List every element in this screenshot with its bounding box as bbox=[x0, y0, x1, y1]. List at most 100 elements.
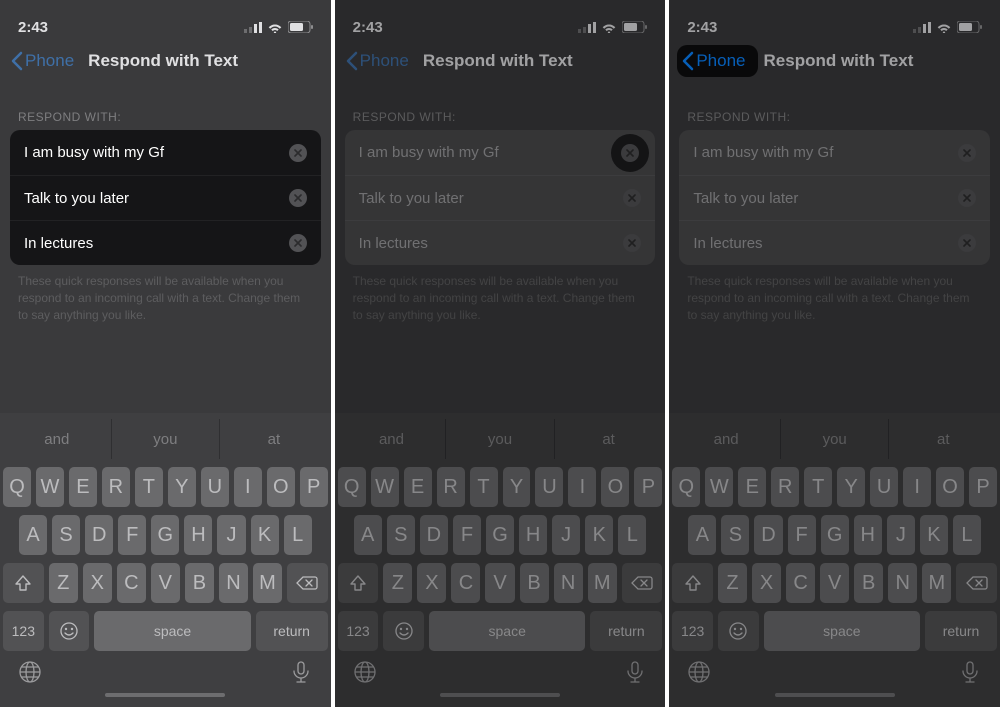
back-button-highlight[interactable]: Phone bbox=[677, 45, 757, 77]
response-row[interactable]: Talk to you later bbox=[10, 175, 321, 220]
suggestion[interactable]: and bbox=[3, 419, 112, 459]
key-z[interactable]: Z bbox=[718, 563, 747, 603]
key-i[interactable]: I bbox=[234, 467, 262, 507]
key-j[interactable]: J bbox=[552, 515, 580, 555]
back-button[interactable]: Phone bbox=[343, 47, 417, 75]
home-indicator[interactable] bbox=[775, 693, 895, 697]
clear-button[interactable] bbox=[958, 189, 976, 207]
clear-button[interactable] bbox=[958, 144, 976, 162]
response-row[interactable]: I am busy with my Gf bbox=[345, 130, 656, 175]
key-k[interactable]: K bbox=[920, 515, 948, 555]
response-row[interactable]: I am busy with my Gf bbox=[10, 130, 321, 175]
key-w[interactable]: W bbox=[371, 467, 399, 507]
key-c[interactable]: C bbox=[786, 563, 815, 603]
suggestion[interactable]: you bbox=[446, 419, 555, 459]
key-i[interactable]: I bbox=[568, 467, 596, 507]
key-l[interactable]: L bbox=[618, 515, 646, 555]
key-h[interactable]: H bbox=[184, 515, 212, 555]
key-p[interactable]: P bbox=[969, 467, 997, 507]
clear-button[interactable] bbox=[623, 234, 641, 252]
key-g[interactable]: G bbox=[486, 515, 514, 555]
suggestion[interactable]: and bbox=[338, 419, 447, 459]
home-indicator[interactable] bbox=[440, 693, 560, 697]
return-key[interactable]: return bbox=[590, 611, 662, 651]
response-row[interactable]: In lectures bbox=[679, 220, 990, 265]
key-n[interactable]: N bbox=[554, 563, 583, 603]
key-y[interactable]: Y bbox=[168, 467, 196, 507]
response-row[interactable]: In lectures bbox=[10, 220, 321, 265]
key-n[interactable]: N bbox=[888, 563, 917, 603]
key-g[interactable]: G bbox=[151, 515, 179, 555]
suggestion[interactable]: at bbox=[889, 419, 997, 459]
key-u[interactable]: U bbox=[870, 467, 898, 507]
response-row[interactable]: I am busy with my Gf bbox=[679, 130, 990, 175]
key-z[interactable]: Z bbox=[49, 563, 78, 603]
suggestion[interactable]: at bbox=[555, 419, 663, 459]
key-v[interactable]: V bbox=[820, 563, 849, 603]
key-v[interactable]: V bbox=[151, 563, 180, 603]
mic-icon[interactable] bbox=[622, 659, 648, 685]
backspace-key[interactable] bbox=[287, 563, 328, 603]
key-c[interactable]: C bbox=[117, 563, 146, 603]
key-o[interactable]: O bbox=[267, 467, 295, 507]
key-q[interactable]: Q bbox=[338, 467, 366, 507]
key-b[interactable]: B bbox=[854, 563, 883, 603]
key-r[interactable]: R bbox=[102, 467, 130, 507]
key-x[interactable]: X bbox=[83, 563, 112, 603]
emoji-key[interactable] bbox=[49, 611, 90, 651]
clear-button[interactable] bbox=[623, 189, 641, 207]
shift-key[interactable] bbox=[3, 563, 44, 603]
space-key[interactable]: space bbox=[764, 611, 920, 651]
key-c[interactable]: C bbox=[451, 563, 480, 603]
return-key[interactable]: return bbox=[256, 611, 328, 651]
key-f[interactable]: F bbox=[453, 515, 481, 555]
key-a[interactable]: A bbox=[354, 515, 382, 555]
space-key[interactable]: space bbox=[94, 611, 250, 651]
back-button[interactable]: Phone bbox=[8, 47, 82, 75]
key-s[interactable]: S bbox=[52, 515, 80, 555]
shift-key[interactable] bbox=[672, 563, 713, 603]
suggestion[interactable]: and bbox=[672, 419, 781, 459]
key-x[interactable]: X bbox=[752, 563, 781, 603]
key-h[interactable]: H bbox=[854, 515, 882, 555]
mic-icon[interactable] bbox=[288, 659, 314, 685]
shift-key[interactable] bbox=[338, 563, 379, 603]
key-m[interactable]: M bbox=[922, 563, 951, 603]
clear-button[interactable] bbox=[958, 234, 976, 252]
suggestion[interactable]: you bbox=[781, 419, 890, 459]
key-b[interactable]: B bbox=[185, 563, 214, 603]
key-u[interactable]: U bbox=[535, 467, 563, 507]
suggestion[interactable]: at bbox=[220, 419, 328, 459]
response-row[interactable]: In lectures bbox=[345, 220, 656, 265]
key-d[interactable]: D bbox=[85, 515, 113, 555]
key-m[interactable]: M bbox=[588, 563, 617, 603]
key-f[interactable]: F bbox=[118, 515, 146, 555]
key-f[interactable]: F bbox=[788, 515, 816, 555]
key-e[interactable]: E bbox=[738, 467, 766, 507]
clear-button-highlight[interactable] bbox=[611, 134, 649, 172]
key-a[interactable]: A bbox=[688, 515, 716, 555]
key-t[interactable]: T bbox=[135, 467, 163, 507]
key-y[interactable]: Y bbox=[837, 467, 865, 507]
emoji-key[interactable] bbox=[383, 611, 424, 651]
home-indicator[interactable] bbox=[105, 693, 225, 697]
clear-button[interactable] bbox=[621, 144, 639, 162]
key-o[interactable]: O bbox=[601, 467, 629, 507]
key-d[interactable]: D bbox=[754, 515, 782, 555]
key-s[interactable]: S bbox=[721, 515, 749, 555]
response-row[interactable]: Talk to you later bbox=[679, 175, 990, 220]
key-k[interactable]: K bbox=[585, 515, 613, 555]
key-e[interactable]: E bbox=[69, 467, 97, 507]
mic-icon[interactable] bbox=[957, 659, 983, 685]
clear-button[interactable] bbox=[289, 144, 307, 162]
key-z[interactable]: Z bbox=[383, 563, 412, 603]
key-q[interactable]: Q bbox=[672, 467, 700, 507]
key-e[interactable]: E bbox=[404, 467, 432, 507]
key-u[interactable]: U bbox=[201, 467, 229, 507]
key-t[interactable]: T bbox=[470, 467, 498, 507]
key-a[interactable]: A bbox=[19, 515, 47, 555]
backspace-key[interactable] bbox=[956, 563, 997, 603]
key-g[interactable]: G bbox=[821, 515, 849, 555]
key-w[interactable]: W bbox=[36, 467, 64, 507]
response-row[interactable]: Talk to you later bbox=[345, 175, 656, 220]
